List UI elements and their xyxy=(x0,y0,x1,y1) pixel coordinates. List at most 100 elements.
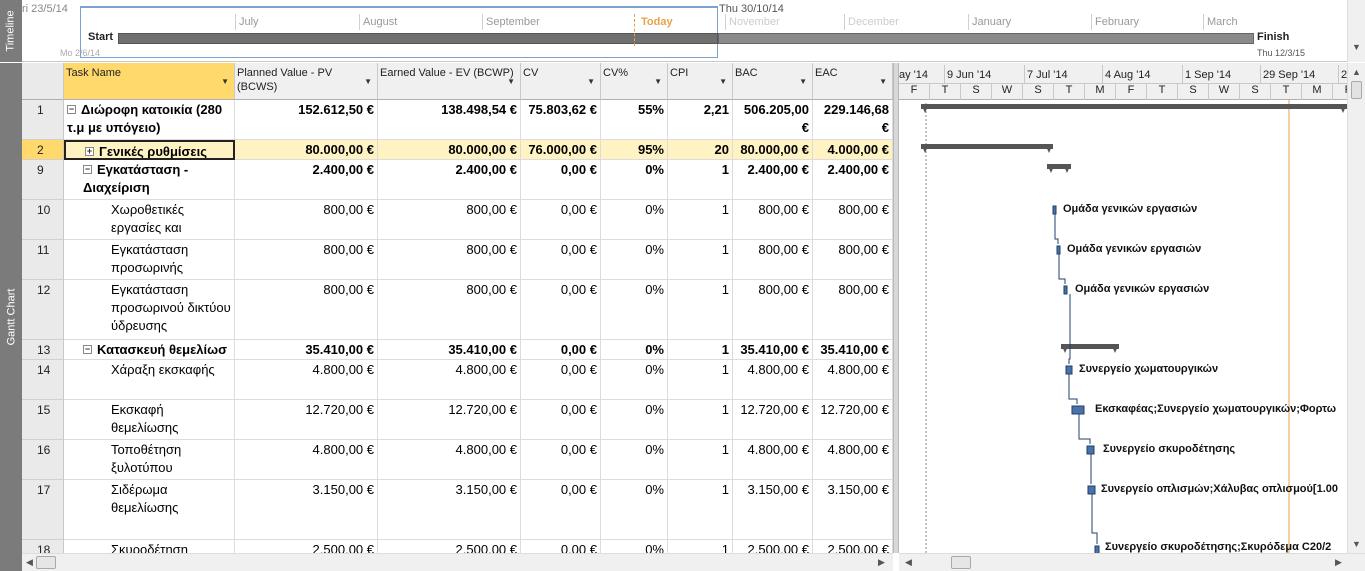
task-cell-cvp[interactable]: 95% xyxy=(601,140,668,160)
task-cell-pv[interactable]: 152.612,50 € xyxy=(235,100,378,140)
task-cell-bac[interactable]: 2.500,00 € xyxy=(733,540,813,553)
task-cell-cv[interactable]: 0,00 € xyxy=(521,480,601,540)
column-header-task-name[interactable]: Task Name ▼ xyxy=(64,63,235,100)
dropdown-arrow-icon[interactable]: ▼ xyxy=(507,75,515,89)
task-cell-cpi[interactable]: 1 xyxy=(668,400,733,440)
collapse-icon[interactable]: − xyxy=(83,165,92,174)
task-cell-eac[interactable]: 35.410,00 € xyxy=(813,340,893,360)
timeline-visible-window[interactable] xyxy=(80,6,718,58)
task-cell-pv[interactable]: 800,00 € xyxy=(235,280,378,340)
dropdown-arrow-icon[interactable]: ▼ xyxy=(879,75,887,89)
dropdown-arrow-icon[interactable]: ▼ xyxy=(799,75,807,89)
task-cell-cv[interactable]: 0,00 € xyxy=(521,340,601,360)
task-cell-name[interactable]: Εγκατάσταση προσωρινής xyxy=(64,240,235,280)
task-cell-ev[interactable]: 80.000,00 € xyxy=(378,140,521,160)
scroll-left-icon[interactable]: ◀ xyxy=(905,557,912,568)
task-bar-10[interactable] xyxy=(1052,205,1057,215)
dependency-link[interactable] xyxy=(1078,414,1091,444)
task-cell-cpi[interactable]: 1 xyxy=(668,540,733,553)
task-cell-cvp[interactable]: 0% xyxy=(601,280,668,340)
row-id[interactable]: 13 xyxy=(22,340,64,360)
task-cell-cvp[interactable]: 55% xyxy=(601,100,668,140)
summary-bar-general[interactable] xyxy=(921,144,1053,149)
task-cell-eac[interactable]: 2.500,00 € xyxy=(813,540,893,553)
task-cell-bac[interactable]: 12.720,00 € xyxy=(733,400,813,440)
task-cell-cvp[interactable]: 0% xyxy=(601,340,668,360)
task-cell-pv[interactable]: 4.800,00 € xyxy=(235,440,378,480)
task-cell-eac[interactable]: 800,00 € xyxy=(813,200,893,240)
task-cell-cpi[interactable]: 1 xyxy=(668,360,733,400)
task-cell-name[interactable]: Εγκατάσταση προσωρινού δικτύου ύδρευσης xyxy=(64,280,235,340)
dependency-link[interactable] xyxy=(1058,254,1066,284)
task-cell-eac[interactable]: 4.800,00 € xyxy=(813,440,893,480)
task-cell-bac[interactable]: 800,00 € xyxy=(733,280,813,340)
column-header-cv-percent[interactable]: CV% ▼ xyxy=(601,63,668,100)
task-cell-eac[interactable]: 4.800,00 € xyxy=(813,360,893,400)
task-cell-cv[interactable]: 75.803,62 € xyxy=(521,100,601,140)
task-cell-cvp[interactable]: 0% xyxy=(601,200,668,240)
column-header-earned-value[interactable]: Earned Value - EV (BCWP) ▼ xyxy=(378,63,521,100)
row-id[interactable]: 18 xyxy=(22,540,64,553)
task-cell-eac[interactable]: 3.150,00 € xyxy=(813,480,893,540)
gantt-bars[interactable] xyxy=(899,63,1347,553)
table-scroll-thumb[interactable] xyxy=(36,556,56,569)
chart-horizontal-scrollbar[interactable]: ◀ ▶ xyxy=(899,553,1365,571)
task-cell-bac[interactable]: 506.205,00 € xyxy=(733,100,813,140)
row-id[interactable]: 10 xyxy=(22,200,64,240)
column-header-bac[interactable]: BAC ▼ xyxy=(733,63,813,100)
task-cell-ev[interactable]: 138.498,54 € xyxy=(378,100,521,140)
task-cell-bac[interactable]: 800,00 € xyxy=(733,240,813,280)
task-cell-cvp[interactable]: 0% xyxy=(601,360,668,400)
task-cell-cv[interactable]: 0,00 € xyxy=(521,360,601,400)
task-bar-11[interactable] xyxy=(1056,245,1061,255)
select-all-corner[interactable] xyxy=(22,63,64,100)
row-id[interactable]: 1 xyxy=(22,100,64,140)
task-cell-pv[interactable]: 800,00 € xyxy=(235,200,378,240)
task-cell-cv[interactable]: 0,00 € xyxy=(521,540,601,553)
dropdown-arrow-icon[interactable]: ▼ xyxy=(587,75,595,89)
scroll-down-icon[interactable]: ▼ xyxy=(1352,539,1361,549)
timeline-bar-remaining[interactable] xyxy=(718,33,1254,44)
task-cell-cv[interactable]: 0,00 € xyxy=(521,440,601,480)
task-cell-cpi[interactable]: 1 xyxy=(668,440,733,480)
task-cell-pv[interactable]: 12.720,00 € xyxy=(235,400,378,440)
task-bar-16[interactable] xyxy=(1086,445,1095,455)
task-cell-cpi[interactable]: 1 xyxy=(668,200,733,240)
task-cell-pv[interactable]: 35.410,00 € xyxy=(235,340,378,360)
row-id[interactable]: 9 xyxy=(22,160,64,200)
task-cell-name[interactable]: Σκυροδέτηση xyxy=(64,540,235,553)
scroll-right-icon[interactable]: ▶ xyxy=(878,557,885,568)
task-cell-cvp[interactable]: 0% xyxy=(601,240,668,280)
row-id[interactable]: 14 xyxy=(22,360,64,400)
task-cell-bac[interactable]: 800,00 € xyxy=(733,200,813,240)
task-cell-ev[interactable]: 4.800,00 € xyxy=(378,360,521,400)
task-cell-cvp[interactable]: 0% xyxy=(601,480,668,540)
scroll-up-icon[interactable]: ▲ xyxy=(1352,67,1361,77)
summary-bar-project[interactable] xyxy=(921,104,1347,109)
task-bar-15[interactable] xyxy=(1071,405,1085,415)
task-cell-bac[interactable]: 2.400,00 € xyxy=(733,160,813,200)
task-cell-name[interactable]: Χωροθετικές εργασίες και xyxy=(64,200,235,240)
gantt-chart-side-label[interactable]: Gantt Chart xyxy=(0,63,22,571)
task-cell-cpi[interactable]: 1 xyxy=(668,160,733,200)
task-cell-cpi[interactable]: 20 xyxy=(668,140,733,160)
task-cell-pv[interactable]: 2.400,00 € xyxy=(235,160,378,200)
task-cell-pv[interactable]: 80.000,00 € xyxy=(235,140,378,160)
task-cell-eac[interactable]: 2.400,00 € xyxy=(813,160,893,200)
task-cell-ev[interactable]: 800,00 € xyxy=(378,200,521,240)
task-cell-pv[interactable]: 4.800,00 € xyxy=(235,360,378,400)
task-cell-ev[interactable]: 3.150,00 € xyxy=(378,480,521,540)
vertical-scrollbar[interactable]: ▲ ▼ xyxy=(1347,63,1365,553)
chart-scroll-thumb[interactable] xyxy=(951,556,971,569)
task-bar-12[interactable] xyxy=(1063,285,1068,295)
task-cell-name[interactable]: Σιδέρωμα θεμελίωσης xyxy=(64,480,235,540)
task-cell-cvp[interactable]: 0% xyxy=(601,160,668,200)
task-cell-ev[interactable]: 2.400,00 € xyxy=(378,160,521,200)
dependency-link[interactable] xyxy=(1091,494,1098,544)
dropdown-arrow-icon[interactable]: ▼ xyxy=(654,75,662,89)
row-id[interactable]: 17 xyxy=(22,480,64,540)
task-cell-bac[interactable]: 3.150,00 € xyxy=(733,480,813,540)
dependency-link[interactable] xyxy=(1054,214,1059,244)
task-cell-cv[interactable]: 0,00 € xyxy=(521,240,601,280)
task-bar-17[interactable] xyxy=(1087,485,1096,495)
